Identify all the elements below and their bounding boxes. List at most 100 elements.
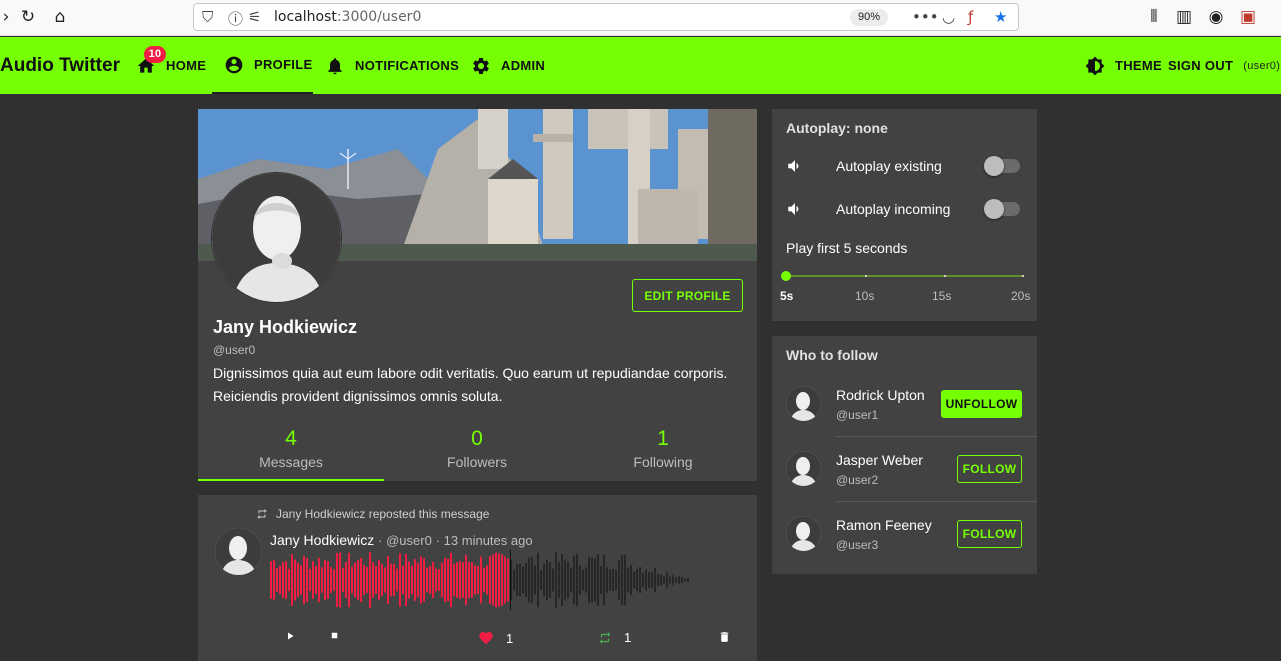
tab-following[interactable]: 1 Following bbox=[570, 425, 756, 481]
waveform-bar bbox=[318, 557, 320, 603]
waveform-bar bbox=[435, 568, 437, 592]
address-bar[interactable]: ⛉ ⓘ ⚟ localhost:3000/user0 90% ••• ◡ ƒ ★ bbox=[193, 3, 1019, 31]
bookmark-star-icon[interactable]: ★ bbox=[994, 8, 1007, 26]
more-icon[interactable]: ••• bbox=[912, 8, 939, 26]
suggestion-name[interactable]: Jasper Weber bbox=[836, 452, 923, 468]
nav-notifications[interactable]: NOTIFICATIONS bbox=[325, 37, 459, 94]
waveform-bar bbox=[453, 564, 455, 596]
permissions-icon[interactable]: ⚟ bbox=[248, 8, 261, 26]
zoom-badge[interactable]: 90% bbox=[850, 9, 888, 26]
messages-label: Messages bbox=[259, 454, 323, 470]
waveform-bar bbox=[366, 567, 368, 593]
bust-thumbnail bbox=[786, 386, 821, 421]
message-card: Jany Hodkiewicz reposted this message Ja… bbox=[198, 495, 757, 661]
nav-home[interactable]: 10 HOME bbox=[136, 37, 206, 94]
waveform-bar bbox=[534, 565, 536, 595]
like-button[interactable]: 1 bbox=[478, 630, 513, 646]
theme-label: THEME bbox=[1115, 58, 1162, 73]
waveform-bar bbox=[321, 567, 323, 593]
waveform-bar bbox=[630, 564, 632, 596]
slider-thumb[interactable] bbox=[781, 271, 791, 281]
profile-bio: Dignissimos quia aut eum labore odit ver… bbox=[213, 365, 728, 404]
delete-button[interactable] bbox=[718, 630, 731, 644]
extension-icon[interactable]: ƒ bbox=[968, 8, 973, 26]
message-avatar[interactable] bbox=[215, 528, 262, 575]
avatar[interactable] bbox=[786, 451, 821, 486]
waveform-bar bbox=[612, 568, 614, 592]
addon-icon[interactable]: ▣ bbox=[1238, 7, 1258, 27]
bust-thumbnail bbox=[786, 451, 821, 486]
app-title[interactable]: Audio Twitter bbox=[0, 55, 120, 77]
tab-messages[interactable]: 4 Messages bbox=[198, 425, 384, 481]
play-button[interactable] bbox=[284, 630, 296, 642]
follow-button[interactable]: FOLLOW bbox=[957, 455, 1022, 483]
waveform-bar bbox=[624, 554, 626, 606]
tab-followers[interactable]: 0 Followers bbox=[384, 425, 570, 481]
sidebar-icon[interactable]: ▥ bbox=[1174, 7, 1194, 27]
library-icon[interactable]: ⫴ bbox=[1144, 7, 1164, 27]
waveform-bar bbox=[627, 567, 629, 593]
waveform-bar bbox=[408, 561, 410, 599]
waveform-bar bbox=[642, 572, 644, 588]
nav-admin[interactable]: ADMIN bbox=[471, 37, 545, 94]
message-author[interactable]: Jany Hodkiewicz bbox=[270, 532, 374, 548]
waveform-bar bbox=[594, 558, 596, 602]
waveform-bar bbox=[606, 567, 608, 593]
autoplay-incoming-toggle[interactable] bbox=[984, 199, 1020, 219]
account-icon[interactable]: ◉ bbox=[1206, 7, 1226, 27]
waveform-bar bbox=[507, 558, 509, 602]
bust-portrait bbox=[212, 173, 341, 302]
stop-button[interactable] bbox=[329, 630, 340, 641]
repost-button[interactable]: 1 bbox=[598, 630, 631, 645]
waveform-bar bbox=[522, 566, 524, 594]
waveform-bar bbox=[345, 562, 347, 598]
waveform-bar bbox=[273, 559, 275, 601]
trash-icon bbox=[720, 632, 729, 642]
info-icon[interactable]: ⓘ bbox=[228, 8, 243, 29]
avatar[interactable] bbox=[786, 386, 821, 421]
unfollow-button[interactable]: UNFOLLOW bbox=[941, 390, 1022, 418]
nav-profile[interactable]: PROFILE bbox=[212, 37, 313, 94]
waveform-bar bbox=[438, 569, 440, 591]
suggestion-name[interactable]: Rodrick Upton bbox=[836, 387, 925, 403]
waveform-bar bbox=[333, 569, 335, 591]
slider-mark bbox=[1022, 275, 1024, 277]
theme-button[interactable]: THEME bbox=[1085, 37, 1162, 94]
url-text[interactable]: localhost:3000/user0 bbox=[274, 9, 421, 25]
waveform-bar bbox=[591, 557, 593, 603]
waveform-bar bbox=[297, 562, 299, 598]
back-icon[interactable]: › bbox=[0, 7, 16, 27]
playhead[interactable] bbox=[510, 550, 511, 610]
waveform-bar bbox=[492, 554, 494, 606]
waveform-bar bbox=[585, 567, 587, 593]
nav-profile-label: PROFILE bbox=[254, 57, 313, 72]
autoplay-incoming-row: Autoplay incoming bbox=[786, 197, 1026, 221]
shield-icon[interactable]: ⛉ bbox=[202, 8, 213, 26]
waveform-bar bbox=[489, 556, 491, 604]
waveform-bar bbox=[555, 552, 557, 608]
slider-label-15s: 15s bbox=[932, 289, 952, 303]
follow-button[interactable]: FOLLOW bbox=[957, 520, 1022, 548]
sign-out-button[interactable]: SIGN OUT (user0) bbox=[1168, 37, 1280, 94]
waveform-bar bbox=[579, 565, 581, 595]
home-icon[interactable]: ⌂ bbox=[50, 7, 70, 27]
profile-avatar bbox=[211, 172, 342, 303]
reload-icon[interactable]: ↻ bbox=[18, 7, 38, 27]
gear-icon bbox=[473, 57, 489, 74]
waveform-bar bbox=[450, 552, 452, 608]
message-handle[interactable]: @user0 bbox=[386, 533, 432, 548]
audio-waveform[interactable] bbox=[270, 550, 700, 610]
play-duration-slider[interactable] bbox=[781, 269, 1024, 289]
waveform-bar bbox=[477, 565, 479, 595]
avatar[interactable] bbox=[786, 516, 821, 551]
waveform-bar bbox=[276, 568, 278, 592]
edit-profile-button[interactable]: EDIT PROFILE bbox=[632, 279, 743, 312]
autoplay-existing-toggle[interactable] bbox=[984, 156, 1020, 176]
repost-count: 1 bbox=[624, 630, 632, 645]
waveform-bar bbox=[465, 554, 467, 606]
waveform-bar bbox=[447, 558, 449, 602]
waveform-bar bbox=[663, 576, 665, 584]
pocket-icon[interactable]: ◡ bbox=[942, 8, 955, 26]
suggestion-name[interactable]: Ramon Feeney bbox=[836, 517, 932, 533]
waveform-bar bbox=[474, 565, 476, 595]
